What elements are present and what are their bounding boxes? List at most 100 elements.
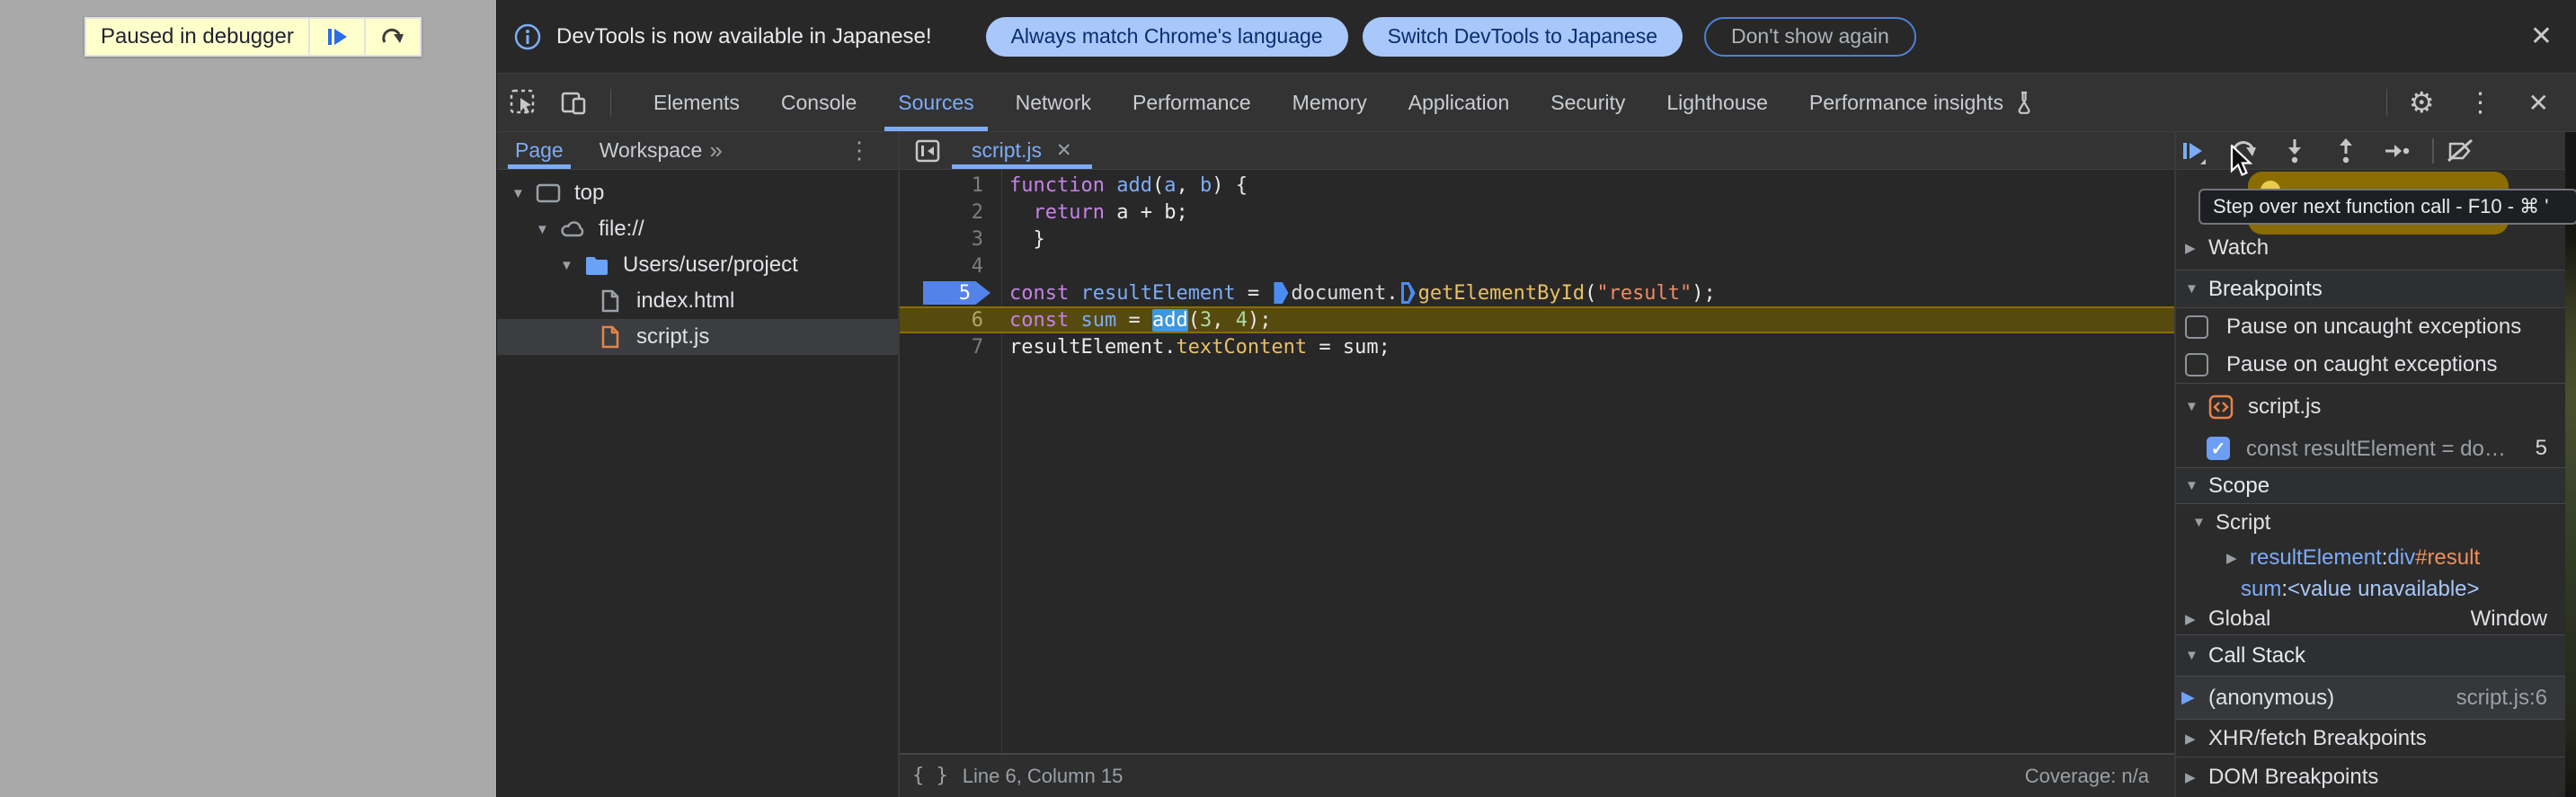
section-title: Call Stack [2208, 642, 2306, 668]
expand-arrow-icon[interactable]: ▼ [560, 258, 583, 273]
scope-var-resultelement[interactable]: ▶ resultElement: div #result [2176, 541, 2565, 575]
code-token: 3 [1199, 308, 1212, 332]
line-number[interactable]: 4 [900, 252, 1001, 279]
editor-tab-label: script.js [972, 138, 1042, 162]
tab-network[interactable]: Network [995, 74, 1112, 131]
collapse-arrow-icon[interactable]: ▼ [2185, 648, 2208, 663]
tree-item-label: file:// [599, 217, 644, 241]
inspect-element-icon[interactable] [508, 87, 538, 118]
dont-show-again-button[interactable]: Don't show again [1704, 16, 1916, 57]
tab-security[interactable]: Security [1530, 74, 1646, 131]
tab-performance[interactable]: Performance [1112, 74, 1272, 131]
more-tabs-icon[interactable]: » [709, 137, 722, 164]
infobar-close-icon[interactable]: ✕ [2530, 21, 2553, 52]
line-number[interactable]: 3 [900, 226, 1001, 252]
tab-console[interactable]: Console [760, 74, 877, 131]
var-name: sum [2241, 577, 2282, 601]
collapse-arrow-icon[interactable]: ▼ [2192, 515, 2216, 530]
devtools-close-icon[interactable]: ✕ [2528, 88, 2549, 118]
section-dom-breakpoints[interactable]: ▶ DOM Breakpoints [2176, 757, 2565, 797]
tree-item-file-protocol[interactable]: ▼ file:// [497, 211, 898, 247]
toolbar-divider [2385, 89, 2387, 116]
code-token: 4 [1235, 308, 1248, 332]
pretty-print-icon[interactable]: { } [912, 765, 948, 787]
collapse-arrow-icon[interactable]: ▶ [2185, 769, 2208, 785]
toggle-navigator-icon[interactable] [912, 136, 943, 166]
section-title: Scope [2208, 473, 2270, 498]
collapse-arrow-icon[interactable]: ▶ [2185, 240, 2208, 256]
resume-script-icon [324, 24, 350, 49]
pause-uncaught-checkbox[interactable] [2185, 315, 2208, 339]
tab-workspace[interactable]: Workspace [600, 132, 703, 169]
switch-to-japanese-button[interactable]: Switch DevTools to Japanese [1362, 16, 1683, 57]
step-over-icon [380, 24, 405, 49]
resume-button[interactable] [2177, 136, 2207, 166]
tree-item-top[interactable]: ▼ top [497, 175, 898, 211]
tab-lighthouse[interactable]: Lighthouse [1646, 74, 1789, 131]
resume-script-button[interactable] [310, 19, 366, 55]
folder-icon [586, 257, 608, 275]
step-out-button[interactable] [2331, 136, 2361, 166]
deactivate-breakpoints-button[interactable] [2445, 136, 2475, 166]
tab-close-icon[interactable]: ✕ [1056, 139, 1072, 162]
tab-performance-insights[interactable]: Performance insights [1789, 74, 2056, 131]
code-token: = [1235, 281, 1272, 305]
navigator-tabs: Page Workspace » ⋮ [497, 132, 898, 170]
breakpoint-file-group[interactable]: ▼ script.js [2176, 383, 2565, 429]
section-call-stack[interactable]: ▼ Call Stack [2176, 634, 2565, 677]
tab-elements[interactable]: Elements [633, 74, 760, 131]
tab-memory[interactable]: Memory [1272, 74, 1388, 131]
line-number[interactable]: 1 [900, 172, 1001, 199]
scope-script-group[interactable]: ▼ Script [2176, 504, 2565, 541]
breakpoint-gutter-marker[interactable]: 5 [900, 279, 1001, 306]
expand-arrow-icon[interactable]: ▼ [536, 222, 559, 237]
breakpoint-entry[interactable]: ✓ const resultElement = doc⋯ 5 [2176, 429, 2565, 467]
tab-sources[interactable]: Sources [877, 74, 994, 131]
settings-gear-icon[interactable]: ⚙ [2409, 85, 2435, 120]
tab-page[interactable]: Page [508, 132, 571, 169]
navigator-kebab-icon[interactable]: ⋮ [848, 137, 871, 164]
step-into-button[interactable] [2279, 136, 2310, 166]
code-lines[interactable]: 1 function add(a, b) {2 return a + b; 3 } 4… [900, 170, 2174, 753]
editor-tab-script-js[interactable]: script.js ✕ [952, 132, 1092, 169]
step-over-toast-button[interactable] [366, 19, 420, 55]
expand-arrow-icon[interactable]: ▼ [511, 186, 535, 201]
code-line-5: 5 const resultElement = document. getEleme… [900, 279, 2174, 306]
collapse-arrow-icon[interactable]: ▼ [2185, 399, 2208, 414]
tree-item-script-js[interactable]: script.js [497, 319, 898, 355]
tab-application[interactable]: Application [1388, 74, 1531, 131]
tree-item-project-folder[interactable]: ▼ Users/user/project [497, 247, 898, 283]
expand-arrow-icon[interactable]: ▶ [2226, 550, 2250, 566]
pause-caught-checkbox[interactable] [2185, 352, 2208, 376]
expand-arrow-icon[interactable]: ▶ [2185, 611, 2208, 627]
more-options-kebab-icon[interactable]: ⋮ [2467, 87, 2494, 119]
collapse-arrow-icon[interactable]: ▼ [2185, 478, 2208, 493]
always-match-language-button[interactable]: Always match Chrome's language [985, 16, 1348, 57]
scope-var-sum[interactable]: sum: <value unavailable> [2176, 575, 2565, 604]
section-scope[interactable]: ▼ Scope [2176, 467, 2565, 504]
breakpoint-checkbox[interactable]: ✓ [2207, 437, 2230, 460]
pause-caught-exceptions-row[interactable]: Pause on caught exceptions [2176, 346, 2565, 383]
collapse-arrow-icon[interactable]: ▼ [2185, 281, 2208, 297]
device-toolbar-icon[interactable] [558, 87, 589, 118]
line-number[interactable]: 7 [900, 333, 1001, 360]
pause-uncaught-exceptions-row[interactable]: Pause on uncaught exceptions [2176, 308, 2565, 346]
call-stack-frame[interactable]: ▶ (anonymous) script.js:6 [2176, 677, 2565, 719]
inline-breakpoint-filled-icon[interactable] [1274, 282, 1289, 304]
scope-global-group[interactable]: ▶ Global Window [2176, 604, 2565, 634]
var-value: <value unavailable> [2287, 577, 2480, 601]
section-breakpoints[interactable]: ▼ Breakpoints [2176, 270, 2565, 308]
breakpoint-flag-icon[interactable]: 5 [923, 281, 990, 305]
section-xhr-breakpoints[interactable]: ▶ XHR/fetch Breakpoints [2176, 719, 2565, 757]
step-button[interactable] [2382, 136, 2412, 166]
collapse-arrow-icon[interactable]: ▶ [2185, 731, 2208, 747]
inline-breakpoint-hollow-icon[interactable] [1400, 282, 1416, 304]
code-token: ( [1585, 281, 1597, 305]
code-token: ); [1247, 308, 1272, 332]
paused-toast-label: Paused in debugger [101, 24, 294, 49]
tree-item-index-html[interactable]: index.html [497, 283, 898, 319]
code-token: } [1009, 227, 1045, 251]
frame-location: script.js:6 [2456, 685, 2547, 710]
line-number[interactable]: 2 [900, 199, 1001, 226]
line-number[interactable]: 6 [900, 306, 1001, 333]
